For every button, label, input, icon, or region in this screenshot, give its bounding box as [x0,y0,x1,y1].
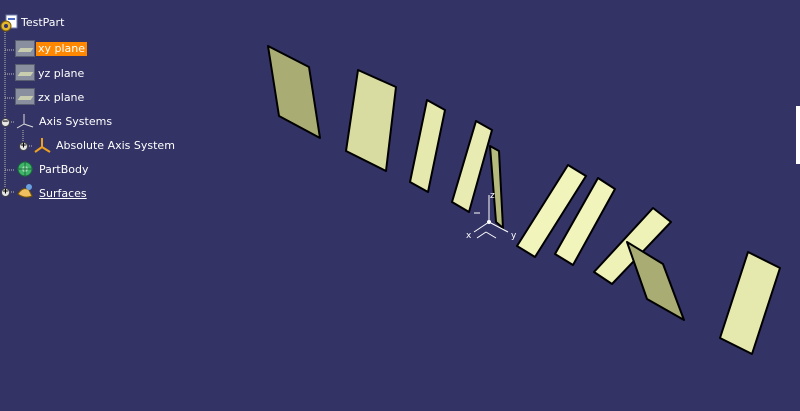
tree-item-label: Axis Systems [39,115,113,128]
tree-item-label: xy plane [36,42,88,56]
surface-1 [267,45,321,139]
axis-system-icon [34,138,51,153]
plane-icon [15,40,35,57]
3d-viewport[interactable]: z x y TestPart xy plane yz plane zx plan… [0,0,800,411]
plane-icon [15,64,35,81]
surface-4 [451,120,493,213]
specification-tree: TestPart xy plane yz plane zx plane − Ax… [0,0,200,210]
part-document-icon [0,14,18,32]
surfaces-geometry[interactable] [267,45,781,355]
collapse-toggle[interactable]: − [1,118,10,127]
tree-item-label: yz plane [38,67,85,80]
axis-label-z: z [490,191,495,201]
plane-icon [15,88,35,105]
expand-toggle[interactable]: + [1,188,10,197]
tree-item-label: Absolute Axis System [56,139,175,152]
axis-systems-icon [16,114,34,129]
expand-toggle[interactable]: + [19,142,28,151]
surface-2 [345,69,397,172]
viewport-side-handle[interactable] [796,106,800,164]
surface-10 [719,251,781,355]
tree-root-label: TestPart [21,16,65,29]
axis-label-x: x [466,231,472,241]
axis-label-y: y [511,231,517,241]
surface-3 [409,99,446,193]
surface-9 [626,241,685,321]
surfaces-icon [17,184,33,198]
tree-item-label: zx plane [38,91,85,104]
tree-item-label: Surfaces [39,187,87,200]
part-body-icon [17,161,33,177]
tree-item-label: PartBody [39,163,89,176]
surface-5 [489,145,504,229]
